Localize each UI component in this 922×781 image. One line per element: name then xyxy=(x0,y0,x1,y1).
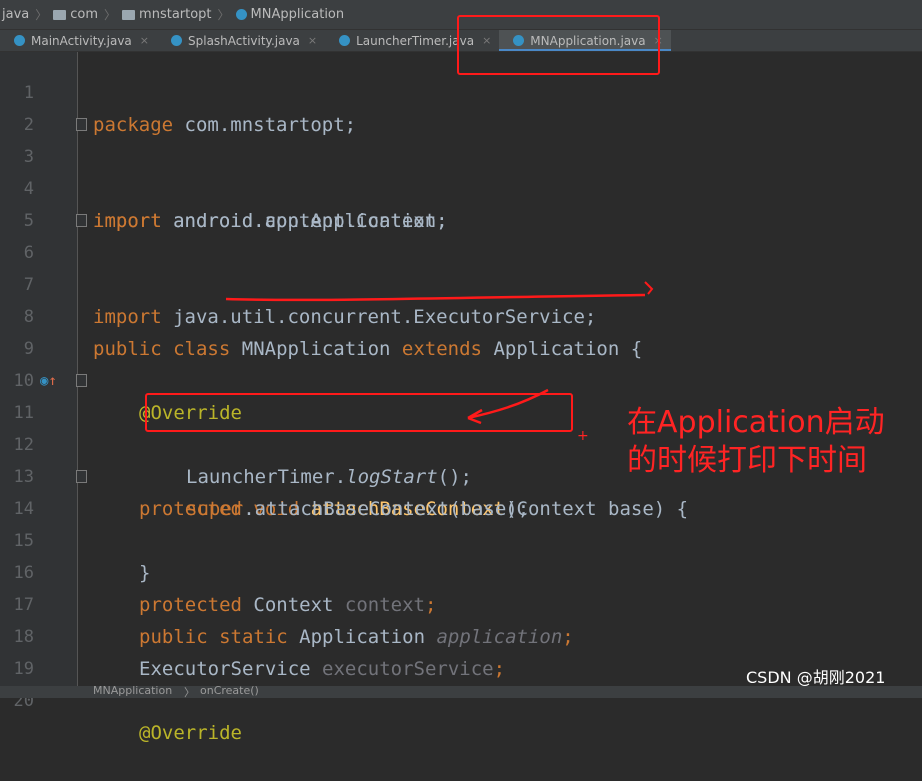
code-line[interactable]: 19 xyxy=(0,621,922,679)
highlight-box-logstart xyxy=(145,393,573,432)
status-class-crumb[interactable]: MNApplication xyxy=(93,684,172,697)
annotation-plus: + xyxy=(577,428,589,444)
breadcrumb-item-mnapplication[interactable]: MNApplication xyxy=(235,7,344,22)
code-line[interactable]: 18 ExecutorService executorService; xyxy=(0,589,922,680)
annotation-note-line: 在Application启动 xyxy=(627,405,885,440)
breadcrumb-item-java[interactable]: java xyxy=(2,7,29,22)
code-line[interactable]: 2 xyxy=(0,77,922,135)
code-line[interactable]: 3 import android.app.Application; xyxy=(0,109,922,232)
code-line[interactable]: 15 xyxy=(0,493,922,551)
fold-icon[interactable] xyxy=(76,470,87,483)
annotation-note-line: 的时候打印下时间 xyxy=(627,443,867,478)
code-line[interactable]: 5 xyxy=(0,173,922,231)
breadcrumb-item-com[interactable]: com xyxy=(53,7,98,22)
code-line[interactable]: 6 import java.util.concurrent.ExecutorSe… xyxy=(0,205,922,328)
breadcrumb-separator: 〉 xyxy=(217,8,230,22)
class-icon xyxy=(235,9,247,20)
fold-icon[interactable] xyxy=(76,214,87,227)
code-line[interactable]: 4 import android.content.Context; xyxy=(0,141,922,232)
watermark: CSDN @胡刚2021 xyxy=(746,668,886,687)
code-editor[interactable]: 1 package com.mnstartopt; 2 3 import and… xyxy=(0,52,922,744)
fold-icon[interactable] xyxy=(76,374,87,387)
folder-icon xyxy=(122,9,136,20)
annotation-note: 在Application启动 的时候打印下时间 xyxy=(627,404,885,480)
fold-icon[interactable] xyxy=(76,118,87,131)
folder-icon xyxy=(53,9,67,20)
code-line[interactable]: 16 protected Context context; xyxy=(0,525,922,616)
code-line[interactable]: 7 xyxy=(0,237,922,295)
breadcrumb-separator: 〉 xyxy=(104,8,117,22)
code-line[interactable]: 10 @Override xyxy=(0,333,922,424)
code-line[interactable]: 8 public class MNApplication extends App… xyxy=(0,269,922,360)
breadcrumb-separator: 〉 xyxy=(35,8,48,22)
code-line[interactable]: 17 public static Application application… xyxy=(0,557,922,648)
override-marker-icon[interactable]: ◉↑ xyxy=(40,373,57,389)
code-line[interactable]: 9 xyxy=(0,301,922,359)
status-method-crumb[interactable]: onCreate() xyxy=(200,684,259,697)
breadcrumb-item-mnstartopt[interactable]: mnstartopt xyxy=(122,7,212,22)
highlight-box-tab xyxy=(457,15,660,75)
